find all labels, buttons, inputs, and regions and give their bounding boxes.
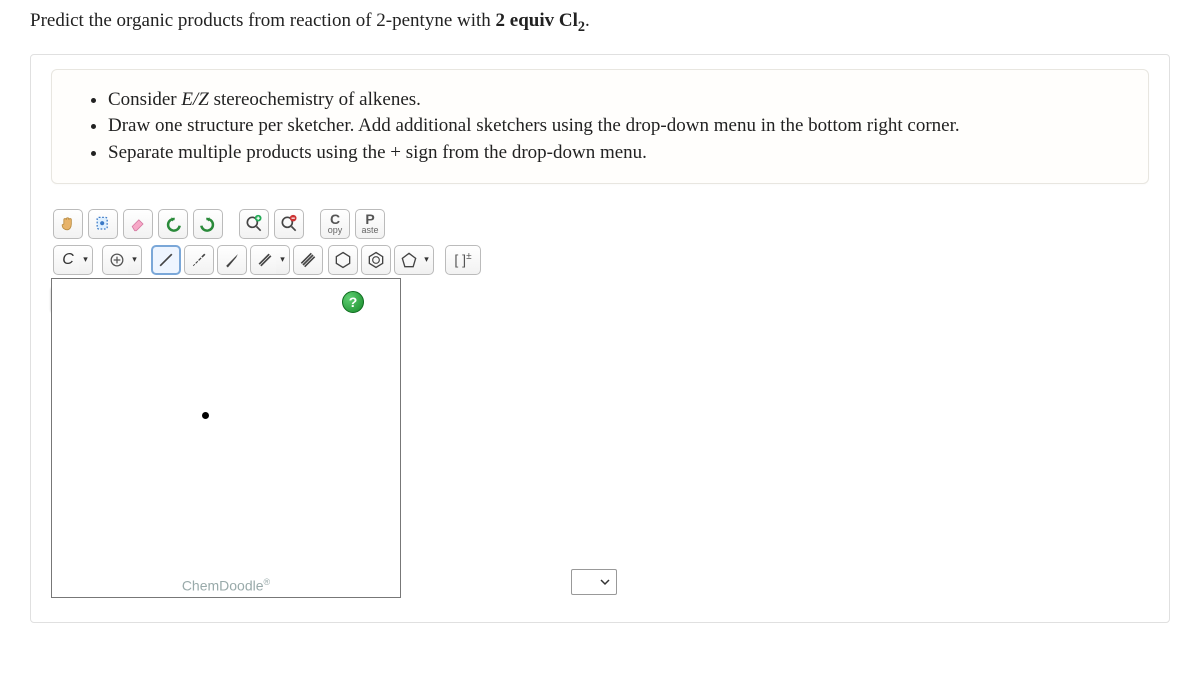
question-text: Predict the organic products from reacti…	[30, 10, 1170, 36]
charge-label: [ ]±	[454, 251, 471, 268]
hand-icon	[58, 214, 78, 234]
instruction-item: Consider E/Z stereochemistry of alkenes.	[108, 87, 1120, 113]
zoom-in-button[interactable]	[239, 209, 269, 239]
copy-button[interactable]: C opy	[320, 209, 350, 239]
sketcher-widget: Visited	[51, 206, 617, 598]
zoom-in-icon	[244, 214, 264, 234]
single-bond-button[interactable]	[151, 245, 181, 275]
question-bold: 2 equiv Cl2	[496, 10, 585, 31]
instruction-item: Draw one structure per sketcher. Add add…	[108, 113, 1120, 139]
toolbar-bonds: C ▾ ▾	[51, 242, 617, 278]
single-bond-icon	[156, 250, 176, 270]
workspace-panel: Consider E/Z stereochemistry of alkenes.…	[30, 54, 1170, 623]
toolbar-main: C opy P aste	[51, 206, 617, 242]
select-button[interactable]	[88, 209, 118, 239]
instruction-item: Separate multiple products using the + s…	[108, 140, 1120, 166]
add-sketcher-dropdown[interactable]	[571, 569, 617, 595]
question-suffix: .	[585, 10, 590, 31]
other-ring-dropdown[interactable]: ▾	[420, 245, 434, 275]
chemdoodle-brand: ChemDoodle®	[52, 577, 400, 594]
increment-dropdown[interactable]: ▾	[128, 245, 142, 275]
lasso-icon	[93, 214, 113, 234]
undo-icon	[163, 214, 183, 234]
paste-label-bot: aste	[361, 226, 378, 235]
paste-button[interactable]: P aste	[355, 209, 385, 239]
wedge-bond-button[interactable]	[217, 245, 247, 275]
cyclohexane-button[interactable]	[328, 245, 358, 275]
triple-bond-icon	[298, 250, 318, 270]
redo-button[interactable]	[193, 209, 223, 239]
recessed-bond-icon	[189, 250, 209, 270]
atom-placeholder[interactable]	[202, 412, 209, 419]
plus-circle-icon	[107, 250, 127, 270]
copy-label-bot: opy	[328, 226, 343, 235]
pan-button[interactable]	[53, 209, 83, 239]
element-dropdown[interactable]: ▾	[79, 245, 93, 275]
zoom-out-icon	[279, 214, 299, 234]
triple-bond-button[interactable]	[293, 245, 323, 275]
question-prefix: Predict the organic products from reacti…	[30, 10, 496, 31]
paste-label-top: P	[365, 212, 374, 226]
pentagon-icon	[399, 250, 419, 270]
charge-button[interactable]: [ ]±	[445, 245, 481, 275]
redo-icon	[198, 214, 218, 234]
undo-button[interactable]	[158, 209, 188, 239]
instructions-panel: Consider E/Z stereochemistry of alkenes.…	[51, 69, 1149, 184]
wedge-bond-icon	[222, 250, 242, 270]
double-bond-icon	[255, 250, 275, 270]
erase-button[interactable]	[123, 209, 153, 239]
eraser-icon	[128, 214, 148, 234]
copy-label-top: C	[330, 212, 340, 226]
hexagon-icon	[333, 250, 353, 270]
benzene-icon	[366, 250, 386, 270]
double-bond-dropdown[interactable]: ▾	[276, 245, 290, 275]
help-button[interactable]: ?	[342, 291, 364, 313]
benzene-button[interactable]	[361, 245, 391, 275]
chevron-down-icon	[600, 578, 610, 586]
sketcher-canvas[interactable]: ? ChemDoodle®	[51, 278, 401, 598]
recessed-bond-button[interactable]	[184, 245, 214, 275]
zoom-out-button[interactable]	[274, 209, 304, 239]
